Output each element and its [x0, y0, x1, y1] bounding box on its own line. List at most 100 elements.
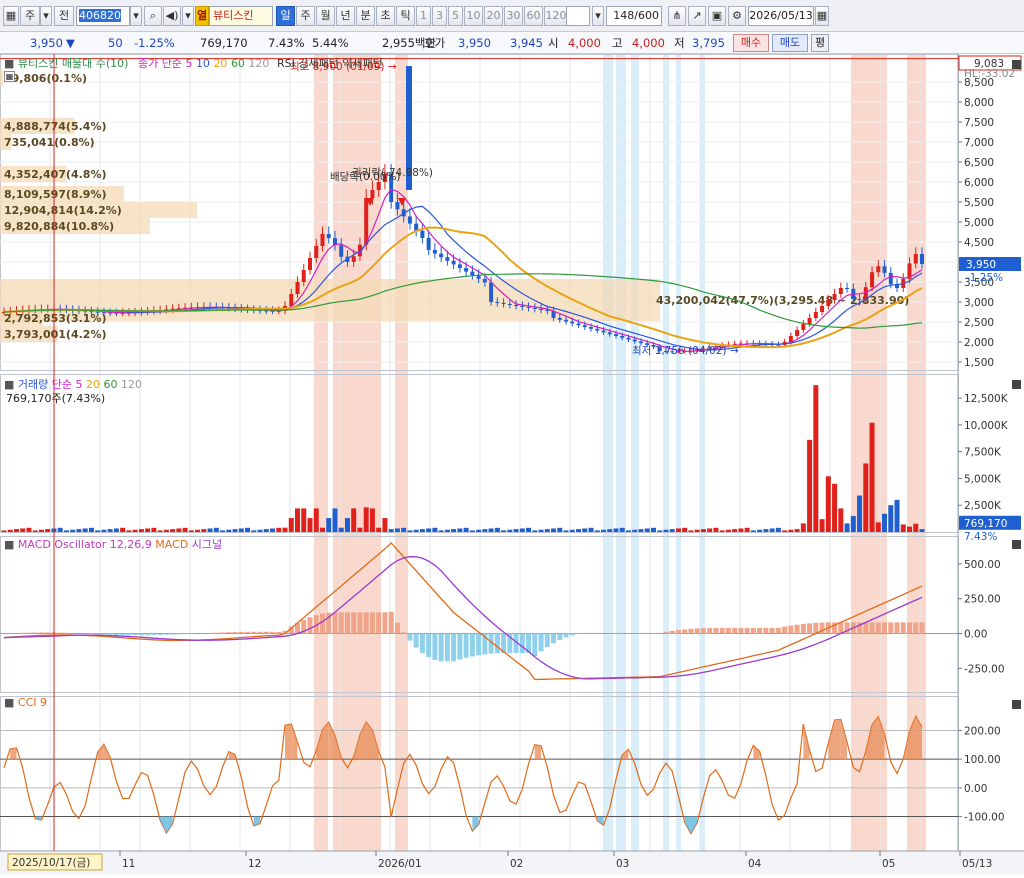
- macd-osc-bar: [882, 622, 887, 633]
- period-button-4[interactable]: 분: [356, 6, 375, 26]
- period-button-5[interactable]: 초: [376, 6, 395, 26]
- macd-osc-bar: [214, 633, 219, 634]
- gear-icon[interactable]: ⚙: [728, 6, 746, 26]
- panel-close-icon[interactable]: [1012, 380, 1021, 389]
- period-button-3[interactable]: 년: [336, 6, 355, 26]
- volume-bar: [476, 530, 481, 532]
- custom-interval-input[interactable]: [566, 6, 590, 26]
- panel-close-icon[interactable]: [1012, 60, 1021, 69]
- buy-button[interactable]: 매수: [733, 34, 769, 52]
- legend-ma5: 5: [185, 57, 192, 70]
- panel-close-icon[interactable]: [1012, 700, 1021, 709]
- grid-toggle-icon[interactable]: ▦: [4, 71, 15, 82]
- candle-body: [427, 238, 431, 250]
- volume-bar: [108, 529, 113, 532]
- legend-vma120: 120: [121, 378, 142, 391]
- price-y-tick: 3,000: [964, 297, 994, 309]
- volume-bar: [426, 528, 431, 532]
- candle-body: [495, 302, 499, 303]
- macd-osc-bar: [895, 622, 900, 633]
- code-dropdown-icon[interactable]: ▾: [130, 6, 142, 26]
- interval-button-3[interactable]: 3: [432, 6, 447, 26]
- volume-bar: [876, 522, 881, 532]
- volume-bar: [101, 530, 106, 532]
- cci-y-tick: 0.00: [964, 783, 987, 795]
- panel-handle-icon: ■: [4, 696, 14, 709]
- draw-tool-icon[interactable]: ↗: [688, 6, 706, 26]
- cursor-date-label: 2025/10/17(금): [12, 857, 90, 869]
- candle-body: [352, 256, 356, 262]
- cci-oversold-fill: [597, 817, 603, 826]
- all-toggle-button[interactable]: 전: [54, 6, 74, 26]
- calendar-icon[interactable]: ▦: [815, 6, 829, 26]
- volume-y-tick: 7,500K: [964, 447, 1002, 459]
- cci-overbought-fill: [841, 719, 847, 759]
- count-total: /600: [634, 9, 659, 22]
- candle-body: [296, 282, 300, 294]
- speaker-icon[interactable]: ◀): [163, 6, 181, 26]
- macd-panel-legend: ■ MACD Oscillator 12,26,9 MACD 시그널: [4, 536, 222, 552]
- save-icon[interactable]: ▣: [708, 6, 726, 26]
- period-button-2[interactable]: 월: [316, 6, 335, 26]
- panel-close-icon[interactable]: [1012, 540, 1021, 549]
- volume-bar: [788, 530, 793, 532]
- low-price: 3,795: [692, 35, 725, 51]
- interval-button-30[interactable]: 30: [504, 6, 523, 26]
- count-input[interactable]: 148/600: [606, 6, 662, 26]
- grid-icon[interactable]: ▦: [3, 6, 19, 26]
- corner-text: HL:-33.02: [964, 68, 1015, 80]
- interval-dropdown-icon[interactable]: ▾: [592, 6, 604, 26]
- speaker-dropdown-icon[interactable]: ▾: [182, 6, 194, 26]
- period-button-6[interactable]: 틱: [396, 6, 415, 26]
- interval-button-20[interactable]: 20: [484, 6, 503, 26]
- legend-ma120: 120: [248, 57, 269, 70]
- macd-osc-bar: [870, 622, 875, 633]
- all-toggle-label: 전: [59, 9, 69, 22]
- volume-bar: [26, 528, 31, 532]
- eval-button[interactable]: 평: [811, 34, 829, 52]
- macd-y-tick: 500.00: [964, 559, 1001, 571]
- volume-bar: [45, 529, 50, 532]
- stock-name-field[interactable]: 뷰티스킨: [209, 6, 273, 26]
- candle-body: [408, 216, 412, 223]
- macd-osc-bar: [545, 634, 550, 647]
- macd-osc-bar: [133, 634, 138, 636]
- interval-button-120[interactable]: 120: [544, 6, 568, 26]
- market-type-select[interactable]: 주: [20, 6, 40, 26]
- macd-osc-bar: [570, 634, 575, 636]
- candle-body: [889, 273, 893, 284]
- candle-type-icon[interactable]: ⋔: [668, 6, 686, 26]
- macd-y-tick: 250.00: [964, 594, 1001, 606]
- cci-overbought-fill: [291, 724, 297, 759]
- signal-band: [700, 54, 705, 851]
- interval-button-5[interactable]: 5: [448, 6, 463, 26]
- search-icon[interactable]: ⌕: [144, 6, 162, 26]
- volume-bar: [795, 529, 800, 532]
- volume-bar: [907, 527, 912, 532]
- volume-value: 769,170: [200, 35, 248, 51]
- volume-bar: [526, 528, 531, 532]
- candle-body: [795, 330, 799, 336]
- candle-body: [420, 231, 424, 238]
- cci-overbought-fill: [285, 724, 291, 759]
- interval-button-1[interactable]: 1: [416, 6, 431, 26]
- volume-bar: [514, 529, 519, 532]
- volume-bar: [582, 528, 587, 532]
- interval-button-60[interactable]: 60: [524, 6, 543, 26]
- volume-bar: [245, 528, 250, 532]
- volume-bar: [576, 529, 581, 532]
- sell-button[interactable]: 매도: [772, 34, 808, 52]
- stock-code-input[interactable]: 406820: [76, 6, 130, 26]
- chevron-down-icon[interactable]: ▾: [40, 6, 52, 26]
- period-button-0[interactable]: 일: [276, 6, 295, 26]
- date-input[interactable]: 2026/05/13: [748, 6, 814, 26]
- interval-button-10[interactable]: 10: [464, 6, 483, 26]
- cci-y-tick: 100.00: [964, 754, 1001, 766]
- candle-body: [602, 331, 606, 333]
- volume-bar: [657, 530, 662, 532]
- stock-chart[interactable]: 8,5008,0007,5007,0006,5006,0005,5005,000…: [0, 54, 1024, 875]
- period-button-1[interactable]: 주: [296, 6, 315, 26]
- cci-y-tick: -100.00: [964, 812, 1005, 824]
- volume-bar: [813, 385, 818, 532]
- candle-body: [308, 258, 312, 270]
